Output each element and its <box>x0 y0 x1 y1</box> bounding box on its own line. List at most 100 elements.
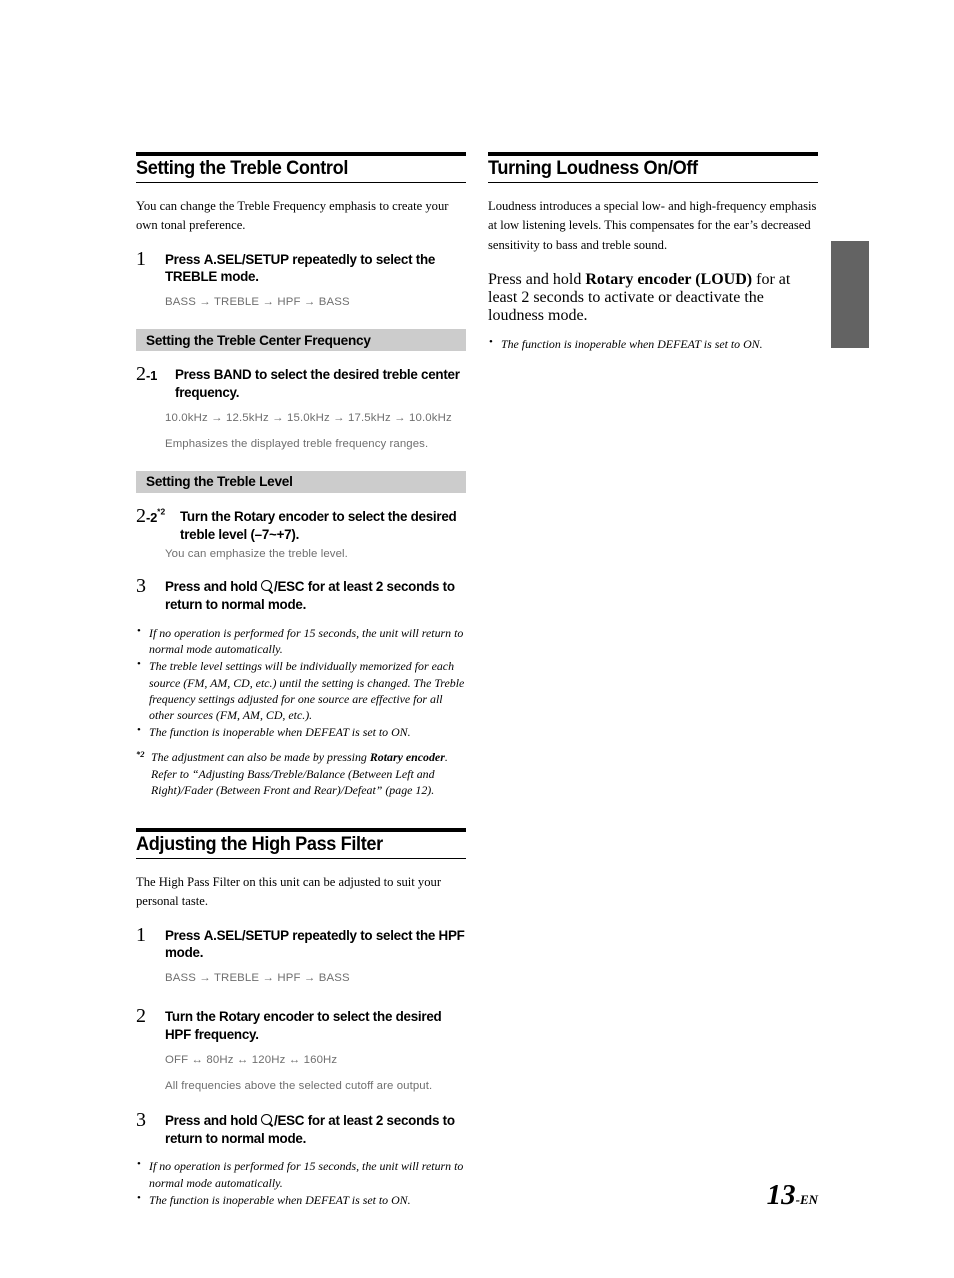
step-number-sub: -1 <box>146 368 158 384</box>
step-number: 2 <box>136 1005 146 1028</box>
flow-line-hpf-frequency: OFF ↔ 80Hz ↔ 120Hz ↔ 160Hz <box>165 1053 338 1066</box>
step-3-treble-exit: 3 Press and hold /ESC for at least 2 sec… <box>136 575 466 614</box>
section-heading-loudness: Turning Loudness On/Off <box>488 152 818 184</box>
footnote-treble: *2 The adjustment can also be made by pre… <box>136 749 466 798</box>
page-number-value: 13 <box>766 1179 796 1211</box>
heading-rule-bottom <box>136 181 466 184</box>
bullet-icon: • <box>137 658 141 671</box>
step-instruction: Press and hold /ESC for at least 2 secon… <box>165 577 466 614</box>
heading-rule-top <box>136 827 466 832</box>
description-treble-frequency: Emphasizes the displayed treble frequenc… <box>165 437 429 450</box>
note-text: The function is inoperable when DEFEAT i… <box>149 1192 411 1207</box>
step-number-main: 2 <box>136 504 146 527</box>
heading-rule-top <box>488 152 818 156</box>
loudness-instruction: Press and hold Rotary encoder (LOUD) for… <box>488 271 818 325</box>
flow-line-treble-frequency: 10.0kHz → 12.5kHz → 15.0kHz → 17.5kHz → … <box>165 411 452 424</box>
step-number: 1 <box>136 247 146 270</box>
note-item: • The function is inoperable when DEFEAT … <box>488 336 818 352</box>
page-number: 13-EN <box>767 1181 818 1210</box>
section-heading-high-pass-filter: Adjusting the High Pass Filter <box>136 827 466 860</box>
notes-list-loudness: • The function is inoperable when DEFEAT … <box>488 336 818 352</box>
step-number: 2-1 <box>136 362 157 387</box>
chapter-edge-tab <box>831 241 869 348</box>
instruction-text-pre: Press and hold <box>488 270 586 288</box>
instruction-text-pre: Press and hold <box>165 579 261 595</box>
description-hpf-cutoff: All frequencies above the selected cutof… <box>165 1079 433 1092</box>
intro-paragraph-hpf: The High Pass Filter on this unit can be… <box>136 875 442 909</box>
section-heading-treble-control: Setting the Treble Control <box>136 152 466 184</box>
flow-line-treble-mode: BASS → TREBLE → HPF → BASS <box>165 296 350 309</box>
step-3-hpf-exit: 3 Press and hold /ESC for at least 2 sec… <box>136 1109 466 1148</box>
step-1-hpf: 1 Press A.SEL/SETUP repeatedly to select… <box>136 923 466 963</box>
step-instruction: Turn the Rotary encoder to select the de… <box>165 1007 466 1044</box>
step-instruction: Press and hold /ESC for at least 2 secon… <box>165 1111 466 1148</box>
instruction-text-pre: Press <box>165 251 204 267</box>
instruction-text-pre: Press <box>165 927 204 943</box>
page-number-suffix: -EN <box>795 1192 818 1207</box>
instruction-text-pre: Turn the <box>165 1009 220 1025</box>
intro-paragraph-treble: You can change the Treble Frequency emph… <box>136 199 449 233</box>
step-instruction: Press A.SEL/SETUP repeatedly to select t… <box>165 926 466 963</box>
step-1-treble: 1 Press A.SEL/SETUP repeatedly to select… <box>136 247 466 287</box>
step-instruction: Press BAND to select the desired treble … <box>175 365 466 402</box>
instruction-key-label: /ESC <box>273 579 305 595</box>
subheading-label: Setting the Treble Center Frequency <box>146 332 371 348</box>
note-item: • If no operation is performed for 15 sec… <box>136 1158 466 1190</box>
subheading-treble-center-frequency: Setting the Treble Center Frequency <box>136 329 466 352</box>
note-text: The treble level settings will be indivi… <box>149 659 465 723</box>
bullet-icon: • <box>137 1158 141 1171</box>
step-number-footnote-mark: *2 <box>157 506 166 517</box>
footnote-key-label: Rotary encoder <box>369 750 445 765</box>
instruction-text-pre: Press <box>175 367 214 383</box>
flow-line-hpf-mode: BASS → TREBLE → HPF → BASS <box>165 972 350 985</box>
step-instruction: Press A.SEL/SETUP repeatedly to select t… <box>165 250 466 287</box>
step-number-main: 2 <box>136 363 146 386</box>
magnifier-icon <box>260 580 274 593</box>
notes-list-hpf: • If no operation is performed for 15 sec… <box>136 1158 466 1208</box>
manual-page: Setting the Treble Control You can chang… <box>0 0 954 1278</box>
heading-rule-bottom <box>488 181 818 184</box>
magnifier-icon <box>260 1113 274 1127</box>
left-column: Setting the Treble Control You can chang… <box>136 152 466 1209</box>
note-text: If no operation is performed for 15 seco… <box>149 1159 464 1190</box>
footnote-text-pre: The adjustment can also be made by press… <box>151 750 370 765</box>
page-title-high-pass-filter: Adjusting the High Pass Filter <box>136 832 383 855</box>
heading-rule-bottom <box>136 857 466 860</box>
heading-rule-top <box>136 152 466 156</box>
step-2-hpf-frequency: 2 Turn the Rotary encoder to select the … <box>136 1005 466 1044</box>
instruction-key-label: Rotary encoder (LOUD) <box>585 270 753 288</box>
instruction-key-label: BAND <box>213 367 252 383</box>
note-item: • The treble level settings will be indiv… <box>136 658 466 723</box>
right-column: Turning Loudness On/Off Loudness introdu… <box>488 152 818 353</box>
bullet-icon: • <box>489 335 493 348</box>
footnote-marker: *2 <box>136 749 145 760</box>
instruction-key-label: A.SEL/SETUP <box>203 927 289 943</box>
bullet-icon: • <box>137 1191 141 1204</box>
bullet-icon: • <box>137 724 141 737</box>
step-number: 1 <box>136 923 146 946</box>
note-item: • The function is inoperable when DEFEAT … <box>136 1192 466 1208</box>
step-number: 2-2*2 <box>136 504 165 529</box>
intro-paragraph-loudness: Loudness introduces a special low- and h… <box>488 199 817 252</box>
step-instruction: Turn the Rotary encoder to select the de… <box>180 507 466 544</box>
step-2-1-treble-frequency: 2-1 Press BAND to select the desired tre… <box>136 362 466 402</box>
step-2-2-treble-level: 2-2*2 Turn the Rotary encoder to select … <box>136 504 466 544</box>
subheading-label: Setting the Treble Level <box>146 474 293 490</box>
bullet-icon: • <box>137 625 141 638</box>
step-number-sub: -2 <box>146 509 158 525</box>
note-item: • If no operation is performed for 15 sec… <box>136 625 466 657</box>
instruction-key-label: A.SEL/SETUP <box>203 251 289 267</box>
description-treble-level: You can emphasize the treble level. <box>165 548 348 561</box>
instruction-key-label: /ESC <box>273 1112 305 1128</box>
instruction-key-label: Rotary encoder <box>219 1009 314 1025</box>
page-title-loudness: Turning Loudness On/Off <box>488 157 698 179</box>
note-text: The function is inoperable when DEFEAT i… <box>501 336 763 351</box>
note-item: • The function is inoperable when DEFEAT … <box>136 724 466 740</box>
notes-list-treble: • If no operation is performed for 15 sec… <box>136 625 466 740</box>
instruction-text-pre: Turn the <box>180 508 235 524</box>
note-text: The function is inoperable when DEFEAT i… <box>149 725 411 740</box>
page-title-treble-control: Setting the Treble Control <box>136 157 348 179</box>
step-number: 3 <box>136 575 146 598</box>
instruction-key-label: Rotary encoder <box>234 508 329 524</box>
